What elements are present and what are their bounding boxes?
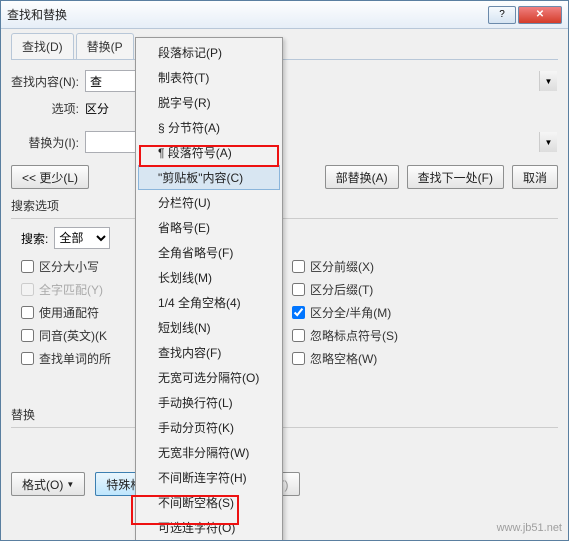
search-options-title: 搜索选项 <box>11 197 558 214</box>
watermark: www.jb51.net <box>497 522 562 534</box>
titlebar: 查找和替换 ? ✕ <box>1 1 568 29</box>
menu-item-em-dash[interactable]: 长划线(M) <box>138 265 280 290</box>
menu-item-caret[interactable]: 脱字号(R) <box>138 90 280 115</box>
replace-section: 格式(O)▼ 特殊格式(E)▼ 不限定格式(T) <box>11 427 558 496</box>
find-row: 查找内容(N): ▼ <box>11 70 558 92</box>
tab-strip: 查找(D) 替换(P <box>11 33 558 60</box>
format-button[interactable]: 格式(O)▼ <box>11 472 85 496</box>
special-format-menu: 段落标记(P) 制表符(T) 脱字号(R) § 分节符(A) ¶ 段落符号(A)… <box>135 37 283 541</box>
replace-label: 替换为(I): <box>11 134 79 151</box>
menu-item-clipboard-contents[interactable]: "剪贴板"内容(C) <box>138 165 280 190</box>
menu-item-full-ellipsis[interactable]: 全角省略号(F) <box>138 240 280 265</box>
help-button[interactable]: ? <box>488 6 516 24</box>
check-ignore-space[interactable]: 忽略空格(W) <box>282 347 558 370</box>
check-prefix[interactable]: 区分前缀(X) <box>282 255 558 278</box>
window-title: 查找和替换 <box>7 6 488 23</box>
menu-item-optional-hyphen[interactable]: 可选连字符(O) <box>138 515 280 540</box>
check-ignore-punct[interactable]: 忽略标点符号(S) <box>282 324 558 347</box>
dialog-content: 查找(D) 替换(P 查找内容(N): ▼ 选项: 区分 替换为(I): ▼ <… <box>1 29 568 504</box>
options-row: 选项: 区分 <box>11 100 558 117</box>
menu-item-paragraph-symbol[interactable]: ¶ 段落符号(A) <box>138 140 280 165</box>
replace-section-title: 替换 <box>11 406 558 423</box>
menu-item-manual-line-break[interactable]: 手动换行符(L) <box>138 390 280 415</box>
chevron-down-icon[interactable]: ▼ <box>539 132 557 152</box>
replace-all-button[interactable]: 部替换(A) <box>325 165 399 189</box>
menu-item-column-break[interactable]: 分栏符(U) <box>138 190 280 215</box>
menu-item-en-dash[interactable]: 短划线(N) <box>138 315 280 340</box>
less-button[interactable]: << 更少(L) <box>11 165 89 189</box>
replace-row: 替换为(I): ▼ <box>11 131 558 153</box>
chevron-down-icon[interactable]: ▼ <box>539 71 557 91</box>
menu-item-nonbreak-space[interactable]: 不间断空格(S) <box>138 490 280 515</box>
check-suffix[interactable]: 区分后缀(T) <box>282 278 558 301</box>
tab-replace[interactable]: 替换(P <box>76 33 134 59</box>
find-next-button[interactable]: 查找下一处(F) <box>407 165 504 189</box>
check-full-half-width[interactable]: 区分全/半角(M) <box>282 301 558 324</box>
options-columns: 区分大小写 全字匹配(Y) 使用通配符 同音(英文)(K 查找单词的所 区分前缀… <box>11 255 558 370</box>
chevron-down-icon: ▼ <box>66 480 74 489</box>
menu-item-nonbreak-hyphen[interactable]: 不间断连字符(H) <box>138 465 280 490</box>
menu-item-ellipsis[interactable]: 省略号(E) <box>138 215 280 240</box>
menu-item-paragraph-mark[interactable]: 段落标记(P) <box>138 40 280 65</box>
menu-item-manual-page-break[interactable]: 手动分页符(K) <box>138 415 280 440</box>
action-button-row: << 更少(L) 部替换(A) 查找下一处(F) 取消 <box>11 165 558 189</box>
menu-item-nowidth-nonbreak[interactable]: 无宽非分隔符(W) <box>138 440 280 465</box>
options-value: 区分 <box>85 100 109 117</box>
search-direction-row: 搜索: 全部 <box>11 225 558 255</box>
find-label: 查找内容(N): <box>11 73 79 90</box>
menu-item-tab-char[interactable]: 制表符(T) <box>138 65 280 90</box>
options-col-right: 区分前缀(X) 区分后缀(T) 区分全/半角(M) 忽略标点符号(S) 忽略空格… <box>262 255 558 370</box>
close-button[interactable]: ✕ <box>518 6 562 24</box>
search-options-section: 搜索: 全部 区分大小写 全字匹配(Y) 使用通配符 同音(英文)(K 查找单词… <box>11 218 558 370</box>
menu-item-nowidth-optional-break[interactable]: 无宽可选分隔符(O) <box>138 365 280 390</box>
format-button-row: 格式(O)▼ 特殊格式(E)▼ 不限定格式(T) <box>11 472 558 496</box>
search-direction-select[interactable]: 全部 <box>54 227 110 249</box>
search-direction-label: 搜索: <box>21 230 48 247</box>
cancel-button[interactable]: 取消 <box>512 165 558 189</box>
dialog-window: 查找和替换 ? ✕ 查找(D) 替换(P 查找内容(N): ▼ 选项: 区分 替… <box>0 0 569 541</box>
options-label: 选项: <box>11 100 79 117</box>
menu-item-quarter-em-space[interactable]: 1/4 全角空格(4) <box>138 290 280 315</box>
titlebar-buttons: ? ✕ <box>488 6 562 24</box>
menu-item-find-what-text[interactable]: 查找内容(F) <box>138 340 280 365</box>
menu-item-section-break[interactable]: § 分节符(A) <box>138 115 280 140</box>
tab-find[interactable]: 查找(D) <box>11 33 74 59</box>
